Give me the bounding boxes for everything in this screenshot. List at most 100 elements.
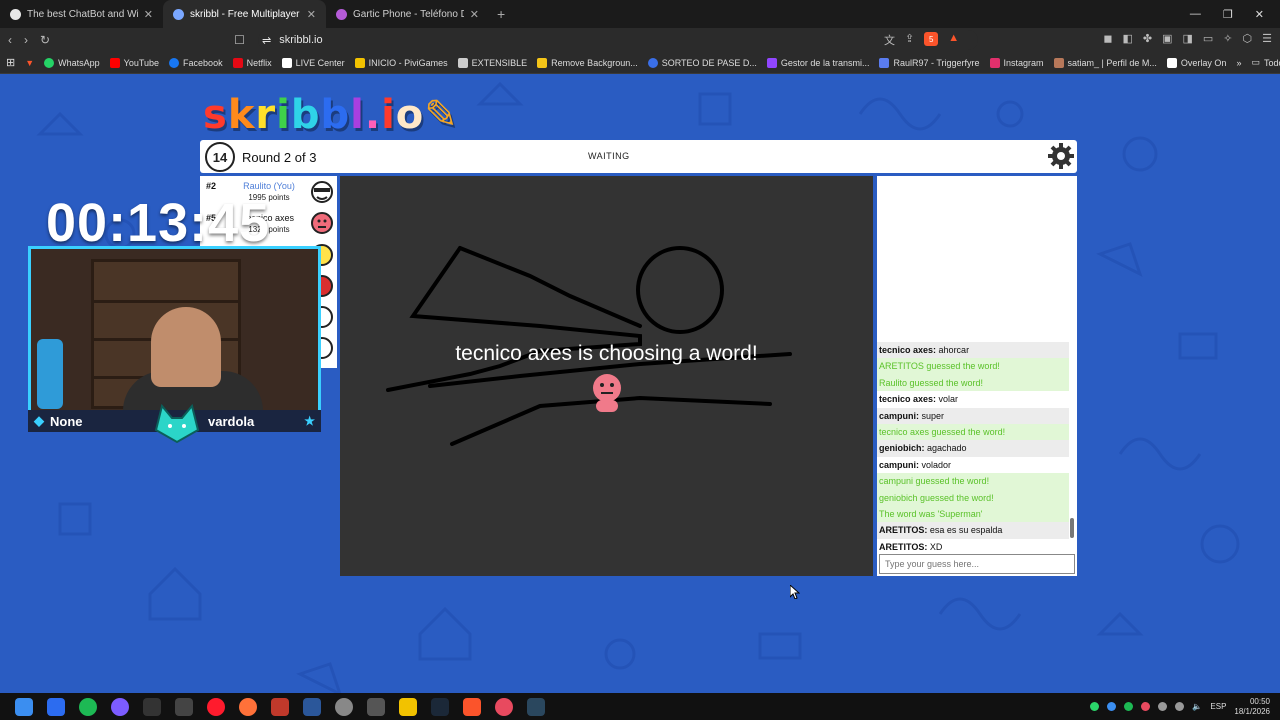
bookmarks-bar: ⊞ ▼ WhatsApp YouTube Facebook Netflix LI… [0,52,1280,74]
app-icon[interactable] [47,697,65,716]
chat-message: campuni guessed the word! [877,473,1069,490]
menu-icon[interactable]: ☰ [1262,32,1272,45]
steam-icon[interactable] [431,697,449,716]
bookmark-item[interactable]: WhatsApp [44,57,100,68]
bookmark-item[interactable]: Overlay On [1166,57,1226,68]
mouse-cursor-icon [790,585,800,599]
tray-icon[interactable] [1124,702,1134,711]
app-icon[interactable] [335,697,353,716]
settings-gear-icon[interactable] [1047,142,1075,170]
bookmark-page-icon[interactable]: ☐ [234,33,245,47]
close-window-icon[interactable]: ✕ [1255,8,1264,21]
player-name: Raulito (You) [243,181,295,191]
all-bookmarks[interactable]: ▭Todos los favoritos [1251,57,1280,68]
netflix-icon [232,57,243,68]
logo-letter: l [350,92,365,138]
more-bookmarks-icon[interactable]: » [1236,58,1241,68]
opera-icon[interactable] [207,697,225,716]
brave-rewards-icon[interactable]: ▲ [948,32,959,48]
app-icon[interactable] [111,697,129,716]
close-icon[interactable]: ✕ [144,8,153,21]
translate-icon[interactable]: 文 [884,32,895,48]
tray-icon[interactable] [1107,702,1117,711]
bookmark-item[interactable]: INICIO - PiviGames [354,57,448,68]
window-controls: — ❐ ✕ [1190,8,1280,21]
bookmark-item[interactable]: Remove Backgroun... [537,57,638,68]
back-icon[interactable]: ‹ [8,33,12,47]
close-icon[interactable]: ✕ [307,8,316,21]
explorer-icon[interactable] [399,697,417,716]
restore-icon[interactable]: ❐ [1223,8,1233,21]
bookmark-item[interactable]: SORTEO DE PASE D... [647,57,757,68]
bookmark-item[interactable]: EXTENSIBLE [457,57,527,68]
tray-icon[interactable] [1158,702,1168,711]
skribbl-logo[interactable]: skribbl.io✎ [203,92,459,138]
bookmark-item[interactable]: Instagram [989,57,1044,68]
language-indicator[interactable]: ESP [1210,702,1226,711]
extension-icon[interactable]: ◼ [1103,32,1112,45]
tab-gartic[interactable]: Gartic Phone - Teléfono Descompue ✕ [326,0,489,28]
share-icon[interactable]: ⇪ [905,32,914,48]
spotify-icon[interactable] [79,697,97,716]
new-tab-plus-icon[interactable]: + [489,6,513,22]
app-icon[interactable] [271,697,289,716]
tab-favicon-icon [336,8,347,20]
lamp [37,339,63,409]
clock-date: 18/1/2026 [1234,706,1270,716]
brave-icon[interactable]: ▼ [25,58,34,68]
forward-icon[interactable]: › [24,33,28,47]
bookmark-item[interactable]: satiam_ | Perfil de M... [1053,57,1157,68]
brave-shields-icon[interactable]: 5 [924,32,939,46]
tab-chatbot[interactable]: The best ChatBot and Widgets for Ki ✕ [0,0,163,28]
sidebar-icon[interactable]: ◨ [1182,32,1192,45]
calculator-icon[interactable] [367,697,385,716]
star-icon: ★ [304,414,315,428]
wallet-icon[interactable]: ▭ [1203,32,1213,45]
tab-favicon-icon [173,8,184,20]
windows-start-icon[interactable] [15,697,33,716]
sorteo-icon [647,57,658,68]
tab-title: The best ChatBot and Widgets for Ki [27,8,138,20]
steam-icon[interactable] [527,697,545,716]
firefox-icon[interactable] [239,697,257,716]
taskbar-clock[interactable]: 00:50 18/1/2026 [1234,697,1270,717]
logo-letter: k [227,92,256,138]
reload-icon[interactable]: ↻ [40,33,50,47]
brave-icon[interactable] [463,697,481,716]
bookmark-item[interactable]: Netflix [232,57,272,68]
bookmark-item[interactable]: RaulR97 - Triggerfyre [879,57,980,68]
tray-icon[interactable] [1090,702,1100,711]
app-icon[interactable] [175,697,193,716]
tray-icon[interactable] [1175,702,1185,711]
chat-scrollbar[interactable] [1069,344,1075,550]
site-settings-icon[interactable]: ⇌ [262,34,271,47]
word-icon[interactable] [303,697,321,716]
vpn-icon[interactable]: ⬡ [1243,32,1253,45]
address-field[interactable]: ⇌ skribbl.io [258,30,978,50]
ai-icon[interactable]: ✧ [1223,32,1232,45]
extension-icon[interactable]: ◧ [1122,32,1132,45]
game-status: WAITING [588,151,630,161]
app-icon[interactable] [143,697,161,716]
bookmark-item[interactable]: Facebook [169,57,223,68]
choosing-word-text: tecnico axes is choosing a word! [455,342,758,365]
guess-input[interactable] [879,554,1075,574]
minimize-icon[interactable]: — [1190,8,1201,21]
wolf-logo-icon [154,403,200,444]
extension-icon[interactable]: ▣ [1162,32,1172,45]
bookmark-item[interactable]: Gestor de la transmi... [766,57,869,68]
app-icon[interactable] [495,697,513,716]
tray-icon[interactable] [1141,702,1151,711]
skribbl-page: skribbl.io✎ 14 Round 2 of 3 WAITING #2 R… [0,74,1280,693]
tab-skribbl[interactable]: skribbl - Free Multiplayer Drawin ✕ [163,0,326,28]
bookmark-item[interactable]: YouTube [109,57,159,68]
puzzle-icon[interactable]: ✤ [1143,32,1152,45]
drawing-canvas[interactable]: tecnico axes is choosing a word! [340,176,873,576]
speaker-icon[interactable]: 🔈 [1192,702,1202,711]
facebook-icon [169,57,180,68]
scroll-thumb[interactable] [1070,518,1074,538]
player-rank: #2 [206,181,217,191]
bookmark-item[interactable]: LIVE Center [281,57,345,68]
close-icon[interactable]: ✕ [470,8,479,21]
apps-grid-icon[interactable]: ⊞ [6,56,15,69]
